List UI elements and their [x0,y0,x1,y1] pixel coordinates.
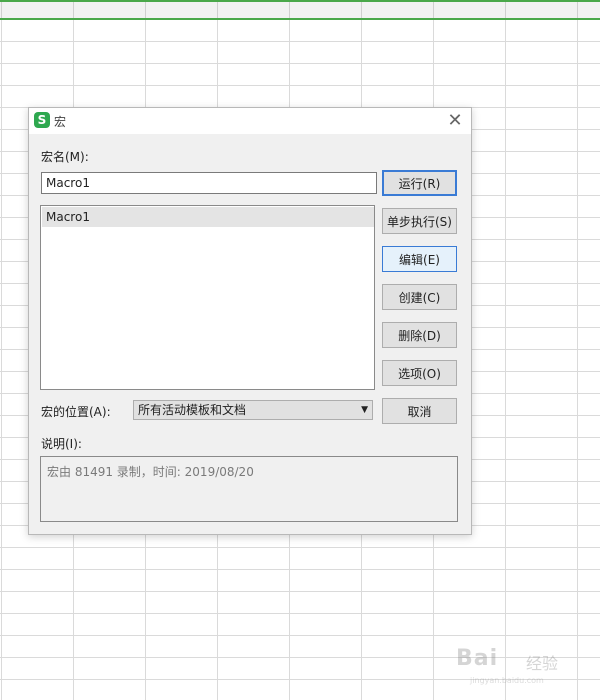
run-button[interactable]: 运行(R) [382,170,457,196]
location-select[interactable]: 所有活动模板和文档 ▼ [133,400,373,420]
step-button[interactable]: 单步执行(S) [382,208,457,234]
list-item-macro1[interactable]: Macro1 [42,207,374,227]
location-value: 所有活动模板和文档 [138,403,247,417]
macro-name-label: 宏名(M): [41,150,89,164]
watermark-url: jingyan.baidu.com [470,676,544,685]
description-box: 宏由 81491 录制，时间: 2019/08/20 [40,456,458,522]
location-label: 宏的位置(A): [41,405,111,419]
macro-name-input[interactable]: Macro1 [41,172,377,194]
watermark-text: Bai [456,646,499,671]
dropdown-arrow-icon[interactable]: ▼ [361,401,368,419]
macro-dialog: S 宏 ✕ 宏名(M): Macro1 Macro1 运行(R) 单步执行(S)… [28,107,472,535]
delete-button[interactable]: 删除(D) [382,322,457,348]
title-bar[interactable]: S 宏 ✕ [29,108,471,134]
dialog-title: 宏 [54,115,67,129]
cancel-button[interactable]: 取消 [382,398,457,424]
edit-button[interactable]: 编辑(E) [382,246,457,272]
watermark-sub: 经验 [526,654,559,673]
create-button[interactable]: 创建(C) [382,284,457,310]
spreadsheet-header [0,0,600,20]
macro-list[interactable]: Macro1 [40,205,375,390]
baidu-watermark-logo: Bai 经验 jingyan.baidu.com [456,636,596,685]
close-icon[interactable]: ✕ [445,111,465,131]
description-label: 说明(I): [41,437,82,451]
wps-app-icon: S [34,112,50,128]
options-button[interactable]: 选项(O) [382,360,457,386]
